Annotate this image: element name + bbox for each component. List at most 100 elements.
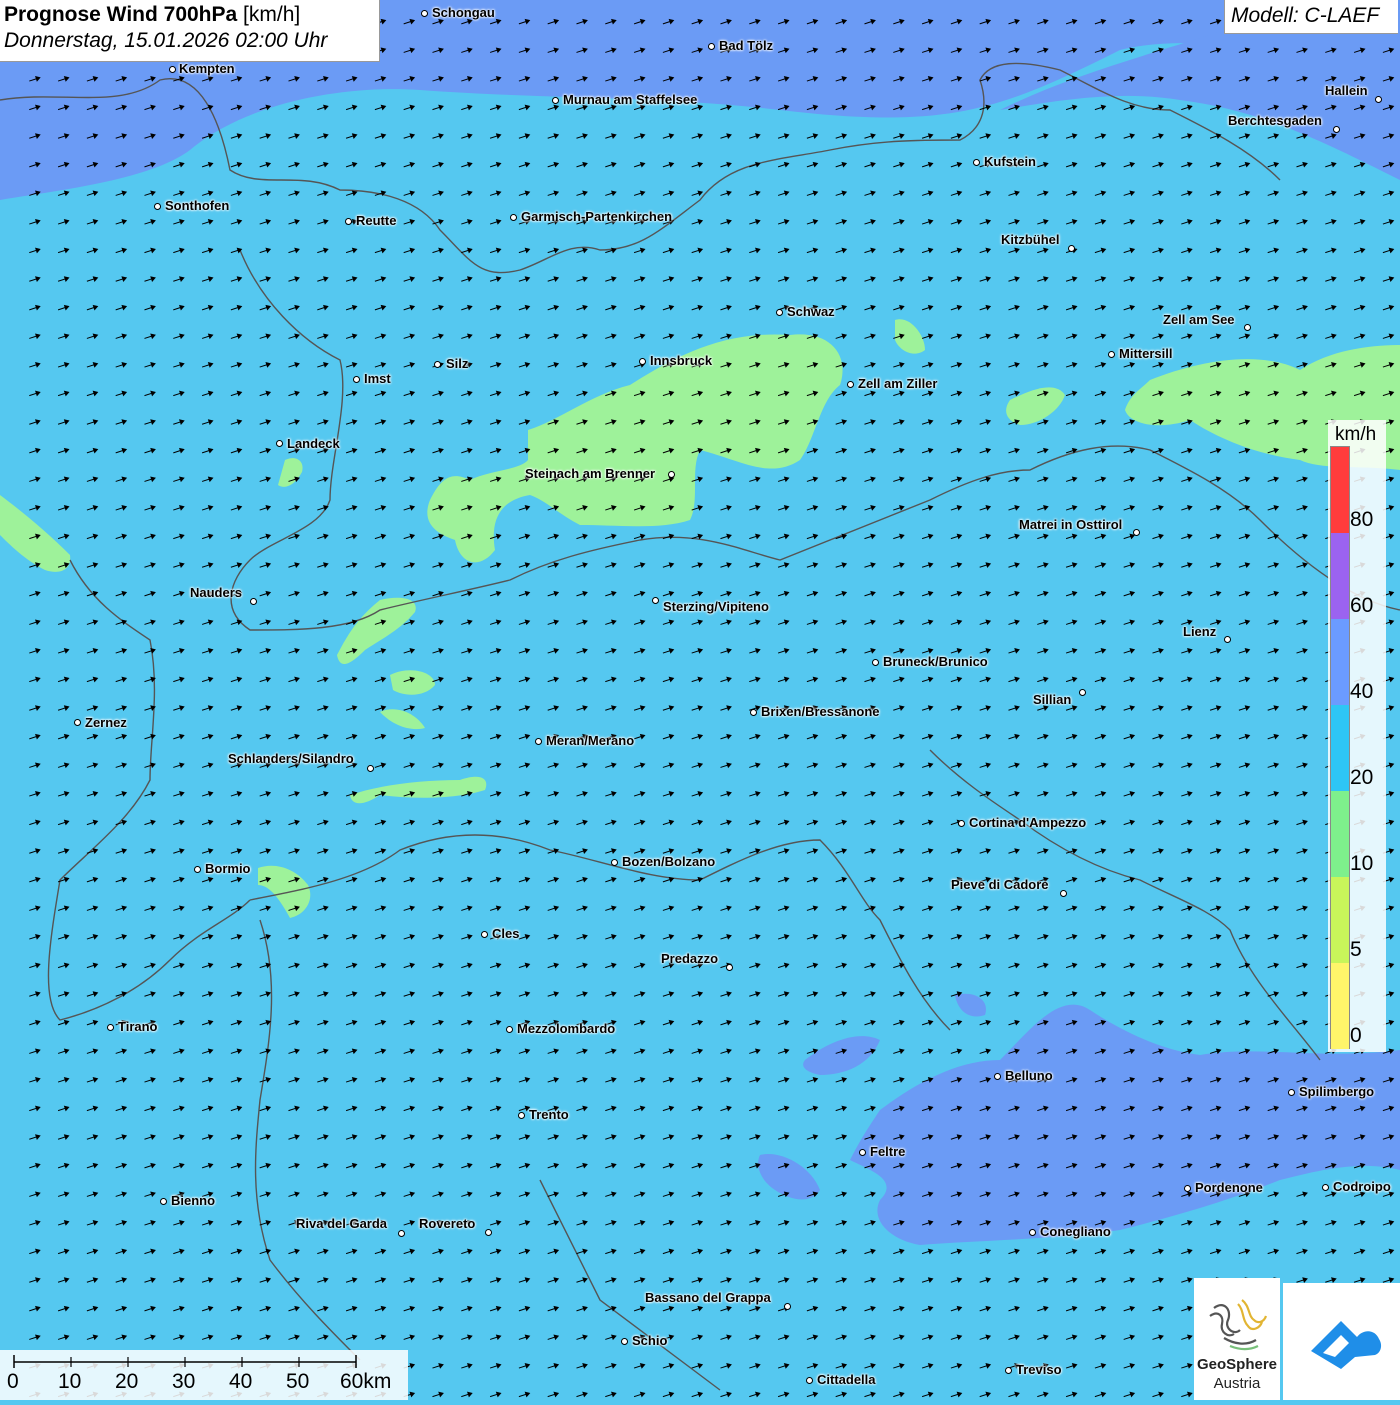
city-marker [783, 1302, 791, 1310]
city-label: Feltre [870, 1144, 906, 1159]
city-label: Hallein [1325, 83, 1368, 98]
scale-bar: 0 10 20 30 40 50 60km [0, 1350, 408, 1400]
city-label: Schio [632, 1333, 668, 1348]
city-marker [275, 439, 283, 447]
city-marker [775, 308, 783, 316]
legend-seg-80plus [1331, 447, 1349, 533]
city-marker [1107, 350, 1115, 358]
city-marker [667, 470, 675, 478]
legend-label-60: 60 [1350, 594, 1374, 617]
city-label: Cles [492, 926, 520, 941]
legend-seg-20-40 [1331, 705, 1349, 791]
warning-app-cloud-icon [1311, 1321, 1382, 1369]
city-marker [1223, 635, 1231, 643]
geosphere-logo[interactable]: GeoSphere Austria [1194, 1278, 1280, 1400]
city-label: Bozen/Bolzano [622, 854, 716, 869]
scale-label-50: 50 [286, 1370, 310, 1393]
city-label: Meran/Merano [546, 733, 635, 748]
city-marker [651, 596, 659, 604]
legend-label-10: 10 [1350, 852, 1374, 875]
city-marker [846, 380, 854, 388]
city-marker [168, 65, 176, 73]
city-label: Silz [446, 356, 469, 371]
city-marker [249, 597, 257, 605]
city-marker [638, 357, 646, 365]
city-marker [1183, 1184, 1191, 1192]
city-marker [366, 764, 374, 772]
model-label: Modell: C-LAEF [1224, 0, 1398, 34]
city-label: Bassano del Grappa [645, 1290, 771, 1305]
city-label: Codroipo [1333, 1179, 1391, 1194]
city-marker [509, 213, 517, 221]
color-legend: km/h 80 60 40 20 10 5 0 [1328, 420, 1386, 1052]
legend-label-40: 40 [1350, 680, 1374, 703]
geosphere-name: GeoSphere [1196, 1356, 1278, 1373]
scale-bar-ruler [13, 1355, 357, 1368]
city-label: Treviso [1016, 1362, 1062, 1377]
city-marker [480, 930, 488, 938]
city-marker [420, 9, 428, 17]
city-marker [1374, 95, 1382, 103]
city-marker [1287, 1088, 1295, 1096]
city-marker [352, 375, 360, 383]
city-label: Spilimbergo [1299, 1084, 1375, 1099]
city-marker [707, 42, 715, 50]
legend-seg-40-60 [1331, 619, 1349, 705]
city-label: Schongau [432, 5, 495, 20]
scale-label-60km: 60km [340, 1370, 392, 1393]
city-marker [153, 202, 161, 210]
scale-label-30: 30 [172, 1370, 196, 1393]
legend-seg-5-10 [1331, 877, 1349, 963]
city-label: Innsbruck [650, 353, 713, 368]
city-marker [551, 96, 559, 104]
city-label: Zernez [85, 715, 127, 730]
city-marker [805, 1376, 813, 1384]
city-label: Murnau am Staffelsee [563, 92, 698, 107]
city-label: Sonthofen [165, 198, 230, 213]
city-marker [159, 1197, 167, 1205]
legend-seg-60-80 [1331, 533, 1349, 619]
city-label: Mezzolombardo [517, 1021, 616, 1036]
map-title: Prognose Wind 700hPa [km/h] [4, 3, 375, 27]
scale-label-0: 0 [7, 1370, 19, 1393]
scale-label-40: 40 [229, 1370, 253, 1393]
city-label: Bruneck/Brunico [883, 654, 988, 669]
city-label: Sterzing/Vipiteno [663, 599, 769, 614]
city-marker [505, 1025, 513, 1033]
warning-app-logo[interactable] [1283, 1283, 1400, 1400]
legend-label-0: 0 [1350, 1024, 1362, 1047]
city-label: Bienno [171, 1193, 216, 1208]
city-label: Nauders [190, 585, 243, 600]
city-marker [749, 708, 757, 716]
geosphere-logo-icon [1209, 1299, 1268, 1351]
city-marker [1332, 125, 1340, 133]
city-marker [397, 1229, 405, 1237]
city-marker [1078, 688, 1086, 696]
city-marker [73, 718, 81, 726]
legend-label-80: 80 [1350, 508, 1374, 531]
city-label: Landeck [287, 436, 340, 451]
city-label: Cortina d'Ampezzo [969, 815, 1087, 830]
city-marker [957, 819, 965, 827]
city-label: Tirano [118, 1019, 158, 1034]
legend-label-20: 20 [1350, 766, 1374, 789]
city-marker [1028, 1228, 1036, 1236]
city-label: Pordenone [1195, 1180, 1263, 1195]
map-title-unit: [km/h] [237, 3, 301, 26]
city-marker [517, 1111, 525, 1119]
map-title-box: Prognose Wind 700hPa [km/h] Donnerstag, … [0, 0, 380, 62]
city-label: Reutte [356, 213, 397, 228]
city-label: Bad Tölz [719, 38, 774, 53]
city-label: Steinach am Brenner [525, 466, 656, 481]
city-label: Berchtesgaden [1228, 113, 1322, 128]
city-label: Belluno [1005, 1068, 1053, 1083]
city-label: Zell am See [1163, 312, 1235, 327]
city-marker [484, 1228, 492, 1236]
map-title-main: Prognose Wind 700hPa [4, 3, 238, 26]
city-label: Trento [529, 1107, 569, 1122]
city-marker [1067, 244, 1075, 252]
city-marker [871, 658, 879, 666]
city-label: Brixen/Bressanone [761, 704, 880, 719]
city-label: Kufstein [984, 154, 1036, 169]
city-marker [1243, 323, 1251, 331]
